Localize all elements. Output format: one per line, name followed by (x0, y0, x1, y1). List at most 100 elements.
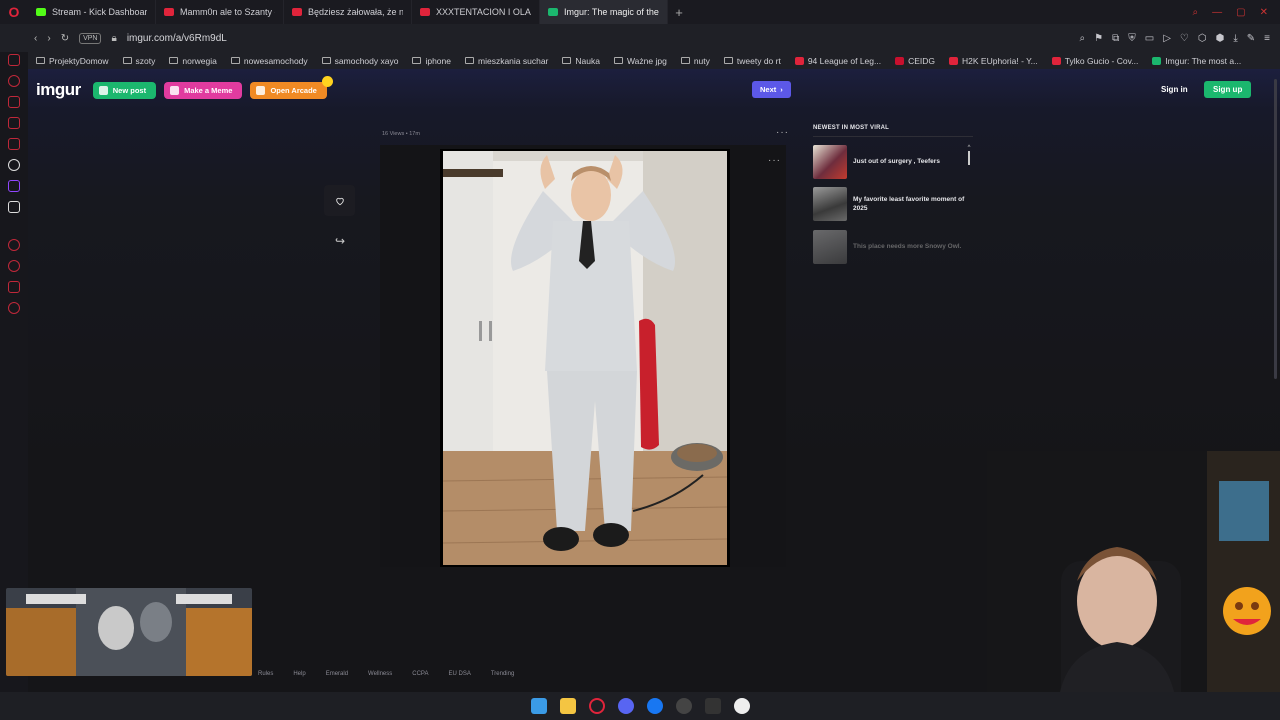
clock-icon[interactable] (8, 260, 20, 272)
bookmark-item[interactable]: Ważne jpg (613, 56, 667, 66)
url-field[interactable]: imgur.com/a/v6Rm9dL (127, 33, 227, 44)
mail-icon[interactable] (8, 54, 20, 66)
viral-item[interactable]: Just out of surgery , Teefers (813, 144, 973, 180)
bookmark-item[interactable]: Tylko Gucio - Cov... (1051, 56, 1138, 66)
ai-icon[interactable]: ✎ (1247, 33, 1255, 44)
footer-link[interactable]: CCPA (412, 671, 428, 677)
post-image[interactable] (440, 149, 730, 567)
file-explorer-icon[interactable] (559, 698, 576, 714)
back-icon[interactable]: ‹ (34, 33, 37, 44)
history-icon[interactable] (8, 75, 20, 87)
tab-kick-dashboard[interactable]: Stream - Kick Dashboard (28, 0, 156, 24)
footer-link[interactable]: Help (293, 671, 305, 677)
bookmark-item[interactable]: nuty (680, 56, 710, 66)
footer-link[interactable]: Emerald (326, 671, 348, 677)
footer-link[interactable]: Rules (258, 671, 273, 677)
viral-scrollbar[interactable]: ^ (966, 145, 972, 167)
imgur-logo[interactable]: imgur (36, 80, 81, 100)
bookmark-item[interactable]: ProjektyDomow (36, 56, 109, 66)
vpn-badge[interactable]: VPN (79, 32, 102, 44)
open-arcade-button[interactable]: Open Arcade (250, 75, 333, 99)
settings-icon[interactable] (8, 302, 20, 314)
bookmark-item[interactable]: tweety do rt (723, 56, 781, 66)
snapshot-icon[interactable]: ⧉ (1112, 33, 1119, 44)
bookmark-item[interactable]: CEIDG (895, 56, 935, 66)
sign-in-link[interactable]: Sign in (1161, 85, 1188, 94)
bookmark-item[interactable]: nowesamochody (230, 56, 308, 66)
opera-logo-icon[interactable]: O (0, 0, 28, 24)
scrollbar-thumb (968, 151, 970, 165)
folder-icon (465, 57, 474, 64)
viral-item[interactable]: This place needs more Snowy Owl. (813, 229, 973, 265)
maximize-icon[interactable]: ▢ (1236, 7, 1245, 18)
new-tab-button[interactable]: + (668, 5, 690, 20)
forward-icon[interactable]: › (47, 33, 50, 44)
new-post-button[interactable]: New post (92, 81, 157, 99)
share-button[interactable]: ↪ (331, 232, 349, 250)
footer-link[interactable]: Wellness (368, 671, 392, 677)
bookmark-item[interactable]: Imgur: The most a... (1152, 56, 1241, 66)
tab-youtube-3[interactable]: XXXTENTACION I OLACZKA (412, 0, 540, 24)
tab-imgur[interactable]: Imgur: The magic of the In (540, 0, 668, 24)
shield-icon[interactable]: ⛨ (1128, 33, 1136, 44)
bookmark-item[interactable]: szoty (122, 56, 155, 66)
folder-icon (36, 57, 45, 64)
heart-icon (335, 197, 344, 205)
site-favicon-icon (949, 56, 959, 65)
discord-icon[interactable] (617, 698, 634, 714)
next-label: Next (760, 85, 777, 94)
terminal-icon[interactable] (704, 698, 721, 714)
post-options-icon[interactable]: ··· (776, 127, 789, 138)
folder-icon (680, 57, 690, 64)
zoom-icon[interactable]: ⌕ (1080, 33, 1086, 44)
app-icon[interactable] (733, 698, 750, 714)
bookmark-item[interactable]: norwegia (169, 56, 217, 66)
footer-link[interactable]: Trending (491, 671, 514, 677)
x-twitter-icon[interactable] (8, 201, 20, 213)
page-scrollbar[interactable] (1274, 79, 1277, 379)
menu-icon[interactable]: ≡ (1264, 33, 1270, 44)
messenger-icon[interactable] (8, 117, 20, 129)
bookmark-item[interactable]: 94 League of Leg... (794, 56, 881, 66)
viral-item[interactable]: My favorite least favorite moment of 202… (813, 186, 973, 222)
twitch-icon[interactable] (8, 180, 20, 192)
download-icon[interactable]: ⤓ (1233, 33, 1237, 44)
facebook-icon[interactable] (646, 698, 663, 714)
extensions-icon[interactable]: ⬡ (1198, 33, 1207, 44)
opera-icon[interactable] (588, 698, 605, 714)
bulb-icon[interactable] (8, 281, 20, 293)
tab-youtube-2[interactable]: Będziesz żałowała, że nie (284, 0, 412, 24)
next-post-button[interactable]: Next › (752, 81, 791, 98)
tab-label: Mamm0n ale to Szanty - Y (180, 7, 275, 17)
chatgpt-icon[interactable] (8, 159, 20, 171)
sign-up-button[interactable]: Sign up (1204, 81, 1252, 98)
obs-icon[interactable] (675, 698, 692, 714)
bag-icon[interactable] (8, 96, 20, 108)
bookmark-item[interactable]: H2K EUphoria! - Y... (949, 56, 1038, 66)
folder-icon (613, 57, 623, 64)
minimize-icon[interactable]: — (1212, 7, 1222, 18)
heart-icon[interactable]: ♡ (1180, 33, 1189, 44)
reload-icon[interactable]: ↻ (61, 33, 69, 44)
bookmark-label: iphone (425, 55, 451, 66)
close-icon[interactable]: ✕ (1260, 7, 1268, 18)
image-options-icon[interactable]: ··· (768, 155, 781, 166)
favorite-button[interactable] (324, 185, 355, 216)
bookmark-icon[interactable]: ⚑ (1094, 33, 1103, 44)
bookmark-item[interactable]: samochody xayo (321, 56, 398, 66)
windows-start-icon[interactable] (530, 698, 547, 714)
wallet-icon[interactable]: ▭ (1145, 33, 1154, 44)
bookmark-label: Imgur: The most a... (1165, 55, 1242, 66)
tab-youtube-1[interactable]: Mamm0n ale to Szanty - Y (156, 0, 284, 24)
footer-link[interactable]: EU DSA (449, 671, 471, 677)
bookmark-item[interactable]: iphone (412, 56, 451, 66)
record-icon[interactable] (8, 239, 20, 251)
viral-item-title: This place needs more Snowy Owl. (853, 243, 962, 251)
search-tabs-icon[interactable]: ⌕ (1193, 7, 1199, 18)
bookmark-item[interactable]: Nauka (562, 56, 600, 66)
music-icon[interactable] (8, 138, 20, 150)
player-icon[interactable]: ▷ (1163, 33, 1171, 44)
cube-icon[interactable]: ⬢ (1216, 33, 1225, 44)
bookmark-item[interactable]: mieszkania suchar (465, 56, 548, 66)
make-meme-button[interactable]: Make a Meme (164, 81, 243, 99)
